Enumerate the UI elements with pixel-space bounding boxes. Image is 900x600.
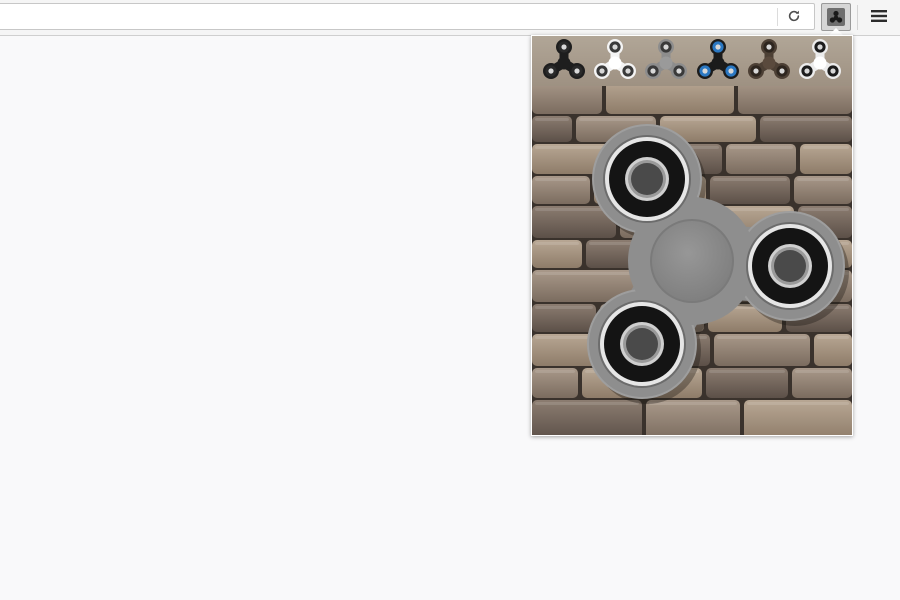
fidget-spinner-extension-icon: [827, 8, 845, 26]
spinner-option-gray[interactable]: [643, 38, 689, 84]
open-menu-button[interactable]: [866, 5, 892, 29]
reload-button[interactable]: [783, 6, 805, 28]
url-bar[interactable]: [0, 3, 815, 30]
stone-wall-background: [532, 86, 852, 435]
fidget-spinner-extension-button[interactable]: [821, 3, 851, 31]
url-bar-separator: [777, 8, 778, 26]
spinner-option-blue[interactable]: [695, 38, 741, 84]
spinner-option-white[interactable]: [592, 38, 638, 84]
reload-icon: [787, 8, 801, 27]
hamburger-menu-icon: [871, 8, 887, 27]
toolbar-separator: [857, 5, 858, 30]
browser-toolbar: [0, 0, 900, 36]
spinner-option-black[interactable]: [541, 38, 587, 84]
spinner-stage[interactable]: [532, 86, 852, 435]
spinner-option-bronze[interactable]: [746, 38, 792, 84]
spinner-chooser: [532, 36, 852, 86]
fidget-spinner-popup: [531, 35, 853, 436]
spinner-option-silver[interactable]: [797, 38, 843, 84]
